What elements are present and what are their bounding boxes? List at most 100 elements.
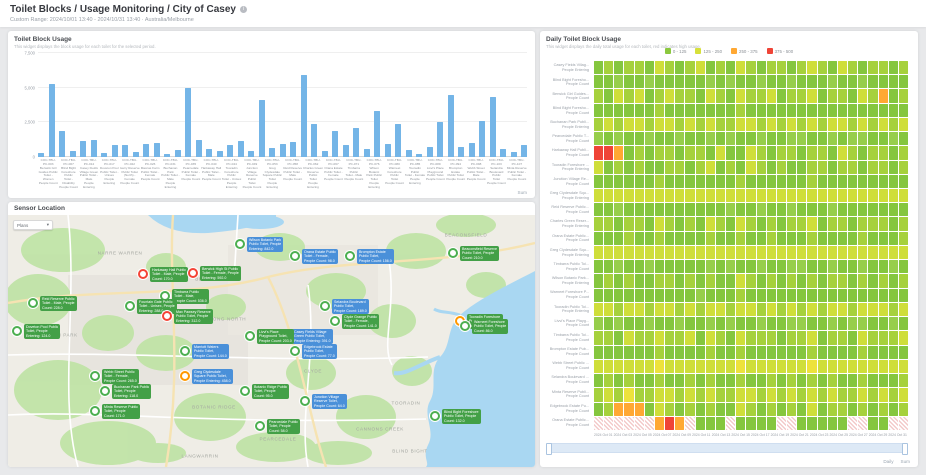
heatmap-cell[interactable] <box>746 118 755 131</box>
usage-bar[interactable] <box>91 140 97 157</box>
heatmap-cell[interactable] <box>675 104 684 117</box>
heatmap-cell[interactable] <box>848 189 857 202</box>
heatmap-cell[interactable] <box>746 260 755 273</box>
heatmap-cell[interactable] <box>746 360 755 373</box>
heatmap-cell[interactable] <box>716 246 725 259</box>
heatmap-cell[interactable] <box>635 346 644 359</box>
heatmap-cell[interactable] <box>706 189 715 202</box>
heatmap-cell[interactable] <box>889 388 898 401</box>
heatmap-cell[interactable] <box>655 388 664 401</box>
heatmap-cell[interactable] <box>665 118 674 131</box>
heatmap-cell[interactable] <box>757 403 766 416</box>
heatmap-cell[interactable] <box>858 274 867 287</box>
heatmap-cell[interactable] <box>604 360 613 373</box>
heatmap-cell[interactable] <box>614 374 623 387</box>
heatmap-cell[interactable] <box>675 175 684 188</box>
sensor-marker-label[interactable]: Beaconsfield ReservePublic Toilet, Peopl… <box>460 246 499 261</box>
heatmap-cell[interactable] <box>716 161 725 174</box>
sensor-marker-label[interactable]: Edgebrook EstatePublic Toilet,People Cou… <box>302 344 337 359</box>
heatmap-cell[interactable] <box>838 289 847 302</box>
heatmap-cell[interactable] <box>645 260 654 273</box>
heatmap-cell[interactable] <box>665 417 674 430</box>
heatmap-cell[interactable] <box>614 388 623 401</box>
heatmap-cell[interactable] <box>828 75 837 88</box>
heatmap-cell[interactable] <box>889 189 898 202</box>
heatmap-cell[interactable] <box>868 146 877 159</box>
heatmap-cell[interactable] <box>665 260 674 273</box>
heatmap-cell[interactable] <box>706 175 715 188</box>
heatmap-cell[interactable] <box>594 118 603 131</box>
heatmap-cell[interactable] <box>879 274 888 287</box>
heatmap-cell[interactable] <box>787 246 796 259</box>
heatmap-cell[interactable] <box>645 346 654 359</box>
heatmap-cell[interactable] <box>696 217 705 230</box>
heatmap-cell[interactable] <box>787 274 796 287</box>
heatmap-cell[interactable] <box>889 232 898 245</box>
heatmap-cell[interactable] <box>604 331 613 344</box>
heatmap-cell[interactable] <box>655 175 664 188</box>
heatmap-cell[interactable] <box>807 274 816 287</box>
heatmap-cell[interactable] <box>614 303 623 316</box>
heatmap-cell[interactable] <box>757 289 766 302</box>
heatmap-cell[interactable] <box>767 246 776 259</box>
sensor-marker-label[interactable]: Pearcedale PublicToilet, PeopleCount: 58… <box>267 419 300 434</box>
heatmap-cell[interactable] <box>614 417 623 430</box>
heatmap-cell[interactable] <box>828 346 837 359</box>
heatmap-cell[interactable] <box>675 417 684 430</box>
heatmap-cell[interactable] <box>807 260 816 273</box>
heatmap-cell[interactable] <box>706 118 715 131</box>
usage-bar[interactable] <box>238 141 244 157</box>
heatmap-cell[interactable] <box>706 217 715 230</box>
heatmap-cell[interactable] <box>635 161 644 174</box>
heatmap-cell[interactable] <box>787 217 796 230</box>
heatmap-cell[interactable] <box>706 346 715 359</box>
heatmap-cell[interactable] <box>665 203 674 216</box>
heatmap-cell[interactable] <box>868 417 877 430</box>
heatmap-cell[interactable] <box>614 331 623 344</box>
heatmap-cell[interactable] <box>757 331 766 344</box>
heatmap-cell[interactable] <box>818 217 827 230</box>
heatmap-cell[interactable] <box>604 260 613 273</box>
heatmap-cell[interactable] <box>868 274 877 287</box>
heatmap-cell[interactable] <box>706 232 715 245</box>
heatmap-cell[interactable] <box>706 317 715 330</box>
heatmap-cell[interactable] <box>838 360 847 373</box>
heatmap-cell[interactable] <box>767 118 776 131</box>
heatmap-cell[interactable] <box>685 360 694 373</box>
heatmap-cell[interactable] <box>655 331 664 344</box>
heatmap-cell[interactable] <box>604 61 613 74</box>
heatmap-cell[interactable] <box>726 61 735 74</box>
usage-bar[interactable] <box>259 100 265 157</box>
heatmap-cell[interactable] <box>848 317 857 330</box>
heatmap-cell[interactable] <box>645 217 654 230</box>
heatmap-cell[interactable] <box>655 303 664 316</box>
heatmap-cell[interactable] <box>696 146 705 159</box>
sensor-pin-icon[interactable] <box>300 396 310 406</box>
heatmap-cell[interactable] <box>706 274 715 287</box>
heatmap-cell[interactable] <box>675 246 684 259</box>
heatmap-cell[interactable] <box>848 217 857 230</box>
sensor-marker[interactable]: Harkaway Hall PublicToilet - Male, Peopl… <box>138 269 188 282</box>
sensor-marker[interactable]: Wilson Botanic ParkPublic Toilet, People… <box>235 239 283 252</box>
heatmap-cell[interactable] <box>848 104 857 117</box>
heatmap-cell[interactable] <box>706 403 715 416</box>
heatmap-cell[interactable] <box>655 360 664 373</box>
heatmap-cell[interactable] <box>899 75 908 88</box>
heatmap-cell[interactable] <box>736 360 745 373</box>
heatmap-cell[interactable] <box>797 104 806 117</box>
heatmap-cell[interactable] <box>879 189 888 202</box>
heatmap-cell[interactable] <box>716 217 725 230</box>
heatmap-cell[interactable] <box>879 289 888 302</box>
heatmap-cell[interactable] <box>624 289 633 302</box>
heatmap-cell[interactable] <box>675 331 684 344</box>
heatmap-cell[interactable] <box>848 360 857 373</box>
heatmap-cell[interactable] <box>614 146 623 159</box>
heatmap-cell[interactable] <box>594 346 603 359</box>
heatmap-cell[interactable] <box>889 146 898 159</box>
heatmap-cell[interactable] <box>879 374 888 387</box>
heatmap-cell[interactable] <box>848 232 857 245</box>
heatmap-cell[interactable] <box>797 289 806 302</box>
heatmap-cell[interactable] <box>777 146 786 159</box>
heatmap-cell[interactable] <box>685 232 694 245</box>
heatmap-cell[interactable] <box>736 260 745 273</box>
